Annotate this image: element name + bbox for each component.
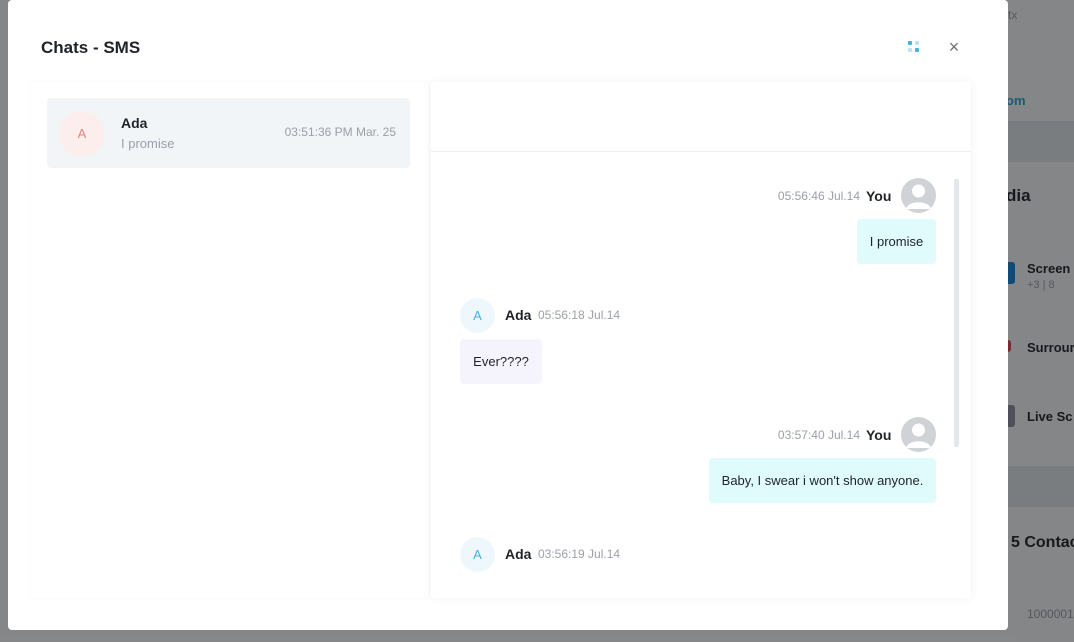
message-list[interactable]: 05:56:46 Jul.14 You I promise A Ada 05:5… <box>431 152 971 598</box>
grid-icon[interactable] <box>908 41 922 55</box>
chat-last-message: I promise <box>121 136 175 151</box>
message-scrollbar[interactable] <box>954 179 959 447</box>
chat-list-item[interactable]: A Ada I promise 03:51:36 PM Mar. 25 <box>47 98 410 168</box>
message-bubble: Ever???? <box>460 339 542 384</box>
chat-contact-name: Ada <box>121 115 148 131</box>
message-time: 03:56:19 Jul.14 <box>538 547 621 561</box>
message-sender: You <box>866 188 892 204</box>
conversation-pane: 05:56:46 Jul.14 You I promise A Ada 05:5… <box>431 82 971 598</box>
chat-list: A Ada I promise 03:51:36 PM Mar. 25 <box>31 82 428 598</box>
message-time: 05:56:46 Jul.14 <box>777 189 860 203</box>
modal-title: Chats - SMS <box>41 38 141 57</box>
conversation-header <box>431 82 971 152</box>
avatar: A <box>460 537 495 572</box>
message-bubble: I promise <box>857 219 936 264</box>
close-icon[interactable]: × <box>944 36 964 58</box>
message-time: 05:56:18 Jul.14 <box>538 308 621 322</box>
message-sender: Ada <box>505 307 532 323</box>
avatar <box>901 417 936 452</box>
message-time: 03:57:40 Jul.14 <box>777 428 860 442</box>
avatar <box>901 178 936 213</box>
chat-timestamp: 03:51:36 PM Mar. 25 <box>284 125 396 139</box>
avatar: A <box>460 298 495 333</box>
chats-modal: Chats - SMS × A Ada I promise 03:51:36 P… <box>8 0 1008 630</box>
message-sender: Ada <box>505 546 532 562</box>
message-bubble: Baby, I swear i won't show anyone. <box>709 458 936 503</box>
message-sender: You <box>866 427 892 443</box>
avatar: A <box>59 111 105 157</box>
